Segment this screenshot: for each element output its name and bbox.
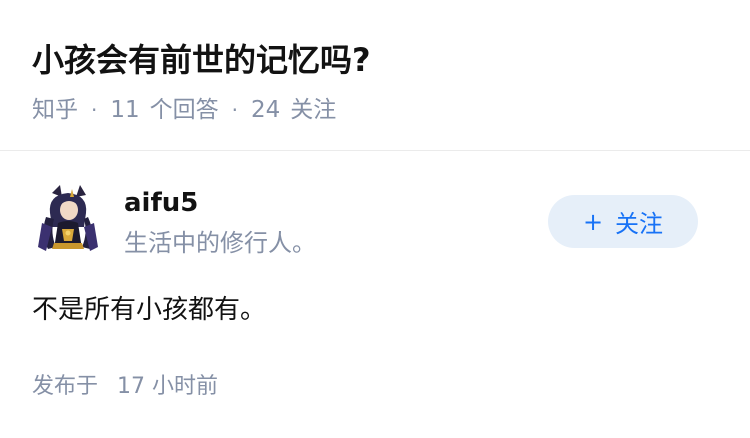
author-name[interactable]: aifu5 [124, 186, 198, 220]
author-bio: 生活中的修行人。 [124, 229, 316, 257]
answer-content[interactable]: 不是所有小孩都有。 [32, 290, 266, 330]
question-meta: 知乎 · 11 个回答 · 24 关注 [32, 93, 336, 127]
follow-count: 24 [251, 97, 281, 123]
question-header: 小孩会有前世的记忆吗? 知乎 · 11 个回答 · 24 关注 [0, 0, 750, 151]
follow-button-label: 关注 [615, 210, 664, 238]
meta-separator: · [231, 98, 238, 122]
meta-separator: · [91, 98, 98, 122]
follow-count-label: 关注 [290, 97, 337, 123]
published-time: 17 小时前 [117, 374, 219, 399]
plus-icon: + [582, 207, 604, 236]
answer-count: 11 [110, 97, 140, 123]
anime-character-avatar-icon [32, 183, 104, 255]
follow-button[interactable]: + 关注 [548, 195, 698, 248]
answer-count-label: 个回答 [149, 97, 219, 123]
published-label: 发布于 [32, 374, 99, 399]
source-label[interactable]: 知乎 [32, 93, 78, 127]
avatar[interactable] [32, 183, 104, 255]
answer-time: 发布于 17 小时前 [32, 370, 218, 404]
question-title[interactable]: 小孩会有前世的记忆吗? [32, 38, 371, 82]
